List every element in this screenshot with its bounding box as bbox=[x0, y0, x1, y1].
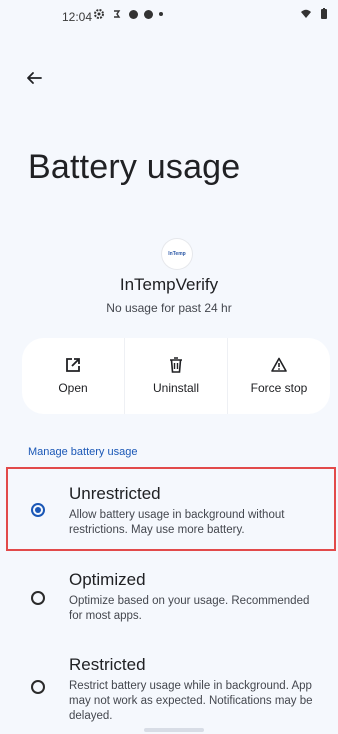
option-optimized[interactable]: Optimized Optimize based on your usage. … bbox=[0, 560, 338, 636]
app-usage-text: No usage for past 24 hr bbox=[106, 301, 232, 315]
app-icon-label: InTemp bbox=[168, 251, 186, 257]
force-stop-button[interactable]: Force stop bbox=[227, 338, 330, 414]
uninstall-button[interactable]: Uninstall bbox=[124, 338, 227, 414]
app-icon: InTemp bbox=[162, 239, 192, 269]
notification-dot-icon bbox=[129, 9, 138, 19]
more-notifications-icon bbox=[159, 12, 163, 16]
trash-icon bbox=[170, 357, 182, 373]
option-restricted-title: Restricted bbox=[69, 655, 146, 674]
status-icons-left bbox=[93, 8, 163, 20]
option-unrestricted[interactable]: Unrestricted Allow battery usage in back… bbox=[0, 470, 338, 550]
sync-icon bbox=[114, 10, 121, 18]
option-restricted-description: Restrict battery usage while in backgrou… bbox=[69, 680, 313, 722]
notification-dot-icon-2 bbox=[144, 9, 153, 19]
gear-icon bbox=[94, 9, 104, 19]
home-indicator[interactable] bbox=[144, 728, 204, 732]
radio-restricted[interactable] bbox=[31, 680, 45, 694]
radio-unrestricted[interactable] bbox=[31, 503, 45, 517]
arrow-back-icon bbox=[27, 72, 42, 84]
back-button[interactable] bbox=[22, 66, 46, 90]
open-external-icon bbox=[66, 358, 80, 372]
uninstall-label: Uninstall bbox=[152, 381, 200, 395]
status-bar: 12:04 bbox=[0, 0, 338, 34]
status-time: 12:04 bbox=[62, 10, 93, 24]
open-button[interactable]: Open bbox=[22, 338, 124, 414]
app-name: InTempVerify bbox=[119, 275, 219, 294]
warning-icon bbox=[271, 357, 287, 372]
option-restricted[interactable]: Restricted Restrict battery usage while … bbox=[0, 645, 338, 730]
force-stop-label: Force stop bbox=[250, 381, 308, 395]
battery-icon bbox=[321, 8, 327, 19]
app-actions-card: Open Uninstall Force stop bbox=[22, 338, 330, 414]
status-icons-right bbox=[300, 8, 330, 20]
open-label: Open bbox=[58, 381, 88, 395]
section-header-manage-battery: Manage battery usage bbox=[28, 446, 138, 458]
option-optimized-title: Optimized bbox=[69, 570, 146, 589]
option-unrestricted-description: Allow battery usage in background withou… bbox=[69, 509, 285, 536]
option-unrestricted-title: Unrestricted bbox=[69, 484, 161, 503]
wifi-icon bbox=[301, 9, 311, 18]
option-optimized-description: Optimize based on your usage. Recommende… bbox=[69, 595, 310, 622]
radio-optimized[interactable] bbox=[31, 591, 45, 605]
page-title: Battery usage bbox=[28, 148, 241, 186]
